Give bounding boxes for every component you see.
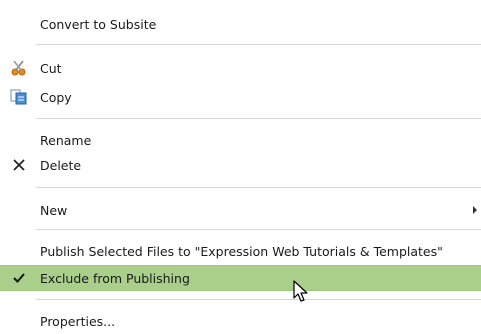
menu-item-publish-selected-files[interactable]: Publish Selected Files to "Expression We… — [0, 237, 481, 265]
menu-item-exclude-from-publishing[interactable]: Exclude from Publishing — [0, 265, 481, 291]
menu-item-properties[interactable]: Properties... — [0, 307, 481, 334]
menu-item-label: Properties... — [40, 313, 116, 329]
menu-item-convert-to-subsite[interactable]: Convert to Subsite — [0, 10, 481, 38]
menu-item-label: Copy — [40, 89, 72, 105]
menu-item-copy[interactable]: Copy — [0, 83, 481, 111]
menu-item-cut[interactable]: Cut — [0, 54, 481, 82]
menu-separator — [36, 44, 481, 45]
context-menu: Convert to Subsite Cut Copy Rename Delet… — [0, 0, 481, 334]
menu-item-label: Exclude from Publishing — [40, 270, 190, 286]
menu-separator — [36, 299, 481, 300]
menu-item-new[interactable]: New — [0, 196, 481, 224]
menu-separator — [36, 187, 481, 188]
menu-item-label: Rename — [40, 132, 92, 148]
submenu-arrow-icon — [473, 206, 477, 214]
menu-separator — [36, 118, 481, 119]
menu-item-label: Publish Selected Files to "Expression We… — [40, 243, 443, 259]
menu-item-label: Cut — [40, 60, 62, 76]
menu-item-delete[interactable]: Delete — [0, 151, 481, 179]
menu-item-label: Delete — [40, 157, 82, 173]
menu-item-label: Convert to Subsite — [40, 16, 157, 32]
menu-item-rename[interactable]: Rename — [0, 126, 481, 154]
menu-separator — [36, 229, 481, 230]
delete-x-icon — [10, 156, 28, 174]
mouse-cursor-icon — [292, 280, 312, 304]
menu-item-label: New — [40, 202, 68, 218]
checkmark-icon — [10, 269, 28, 287]
scissors-icon — [10, 59, 28, 77]
copy-icon — [10, 88, 28, 106]
